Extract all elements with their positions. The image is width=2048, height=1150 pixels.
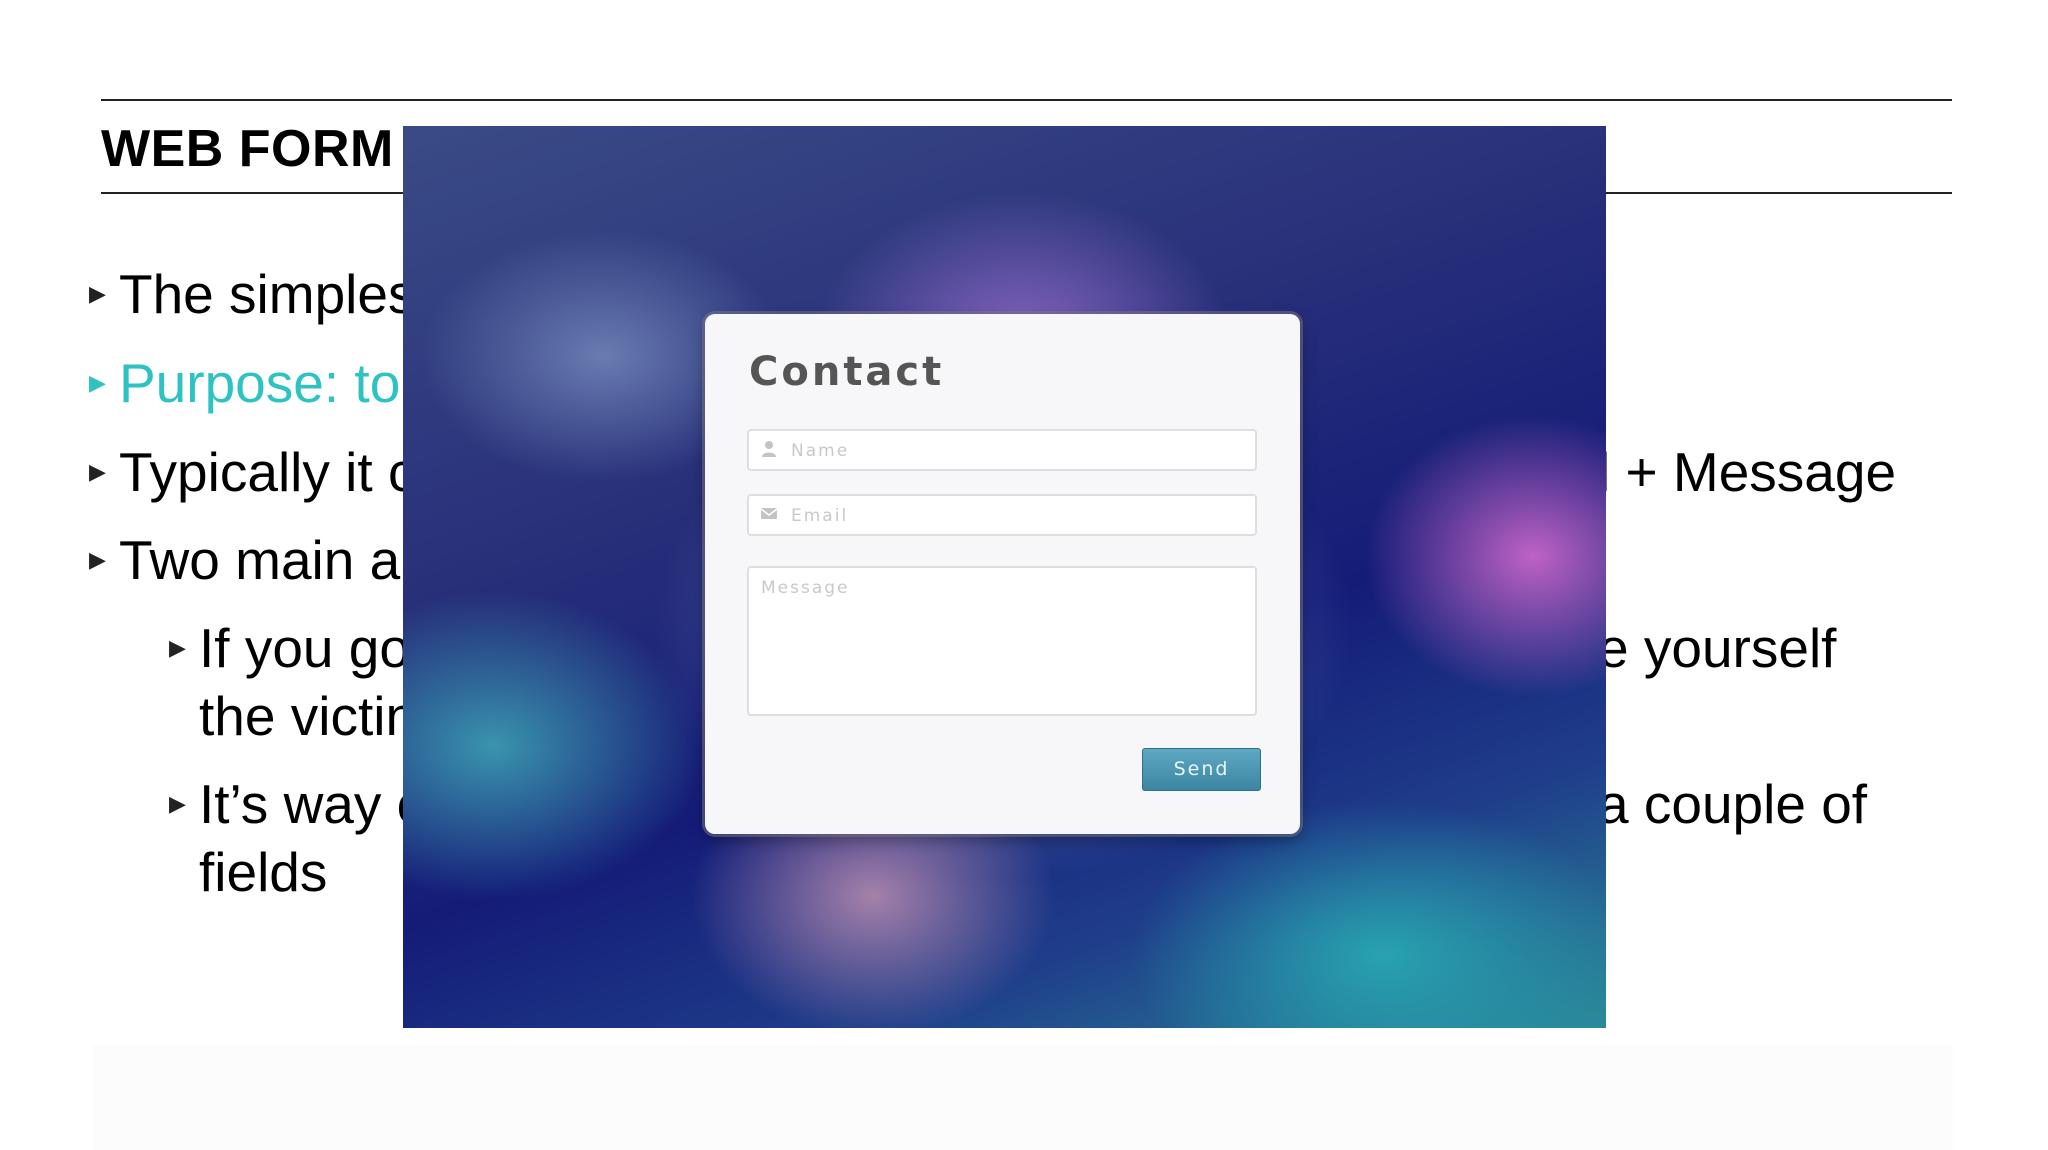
sub-bullet-1-line2: the victin bbox=[199, 685, 417, 747]
bullet-2: ▶ Purpose: to bbox=[89, 349, 401, 417]
sub-bullet-2: ▶ It’s way c bbox=[169, 770, 425, 838]
bullet-text: If you go bbox=[199, 617, 410, 679]
sub-bullet-2-line2: fields bbox=[199, 841, 328, 903]
slide-title: WEB FORM bbox=[101, 120, 394, 178]
bullet-4: ▶ Two main a bbox=[89, 526, 401, 594]
envelope-icon bbox=[760, 505, 778, 521]
bullet-text: The simples bbox=[119, 263, 416, 325]
bullet-arrow-icon: ▶ bbox=[169, 791, 186, 816]
bullet-arrow-icon: ▶ bbox=[169, 635, 186, 660]
sub-bullet-1-right-fragment: e yourself bbox=[1598, 617, 1837, 679]
person-icon bbox=[761, 440, 777, 457]
bullet-text: Purpose: to bbox=[119, 352, 401, 414]
bullet-arrow-icon: ▶ bbox=[89, 459, 106, 484]
sub-bullet-1: ▶ If you go bbox=[169, 614, 410, 682]
bullet-3: ▶ Typically it c bbox=[89, 438, 416, 506]
bullet-text: Typically it c bbox=[119, 441, 416, 503]
email-input[interactable] bbox=[789, 496, 1248, 536]
bullet-text: It’s way c bbox=[199, 773, 425, 835]
bullet-text: Two main a bbox=[119, 529, 401, 591]
bullet-arrow-icon: ▶ bbox=[89, 370, 106, 395]
slide-footer-band bbox=[93, 1045, 1953, 1150]
email-field[interactable] bbox=[747, 494, 1257, 536]
bullet-1: ▶ The simples bbox=[89, 260, 416, 328]
contact-form-screenshot: Contact Send bbox=[403, 126, 1606, 1028]
contact-form-card: Contact Send bbox=[705, 314, 1300, 834]
bullet-arrow-icon: ▶ bbox=[89, 281, 106, 306]
contact-form-title: Contact bbox=[749, 349, 945, 395]
bullet-arrow-icon: ▶ bbox=[89, 547, 106, 572]
send-button[interactable]: Send bbox=[1142, 748, 1261, 791]
sub-bullet-2-right-fragment: a couple of bbox=[1598, 773, 1868, 835]
name-field[interactable] bbox=[747, 429, 1257, 471]
name-input[interactable] bbox=[789, 431, 1248, 471]
title-rule-top bbox=[101, 99, 1952, 101]
bullet-3-right-fragment: l + Message bbox=[1598, 441, 1897, 503]
message-field[interactable] bbox=[747, 566, 1257, 716]
message-textarea[interactable] bbox=[761, 578, 1246, 706]
